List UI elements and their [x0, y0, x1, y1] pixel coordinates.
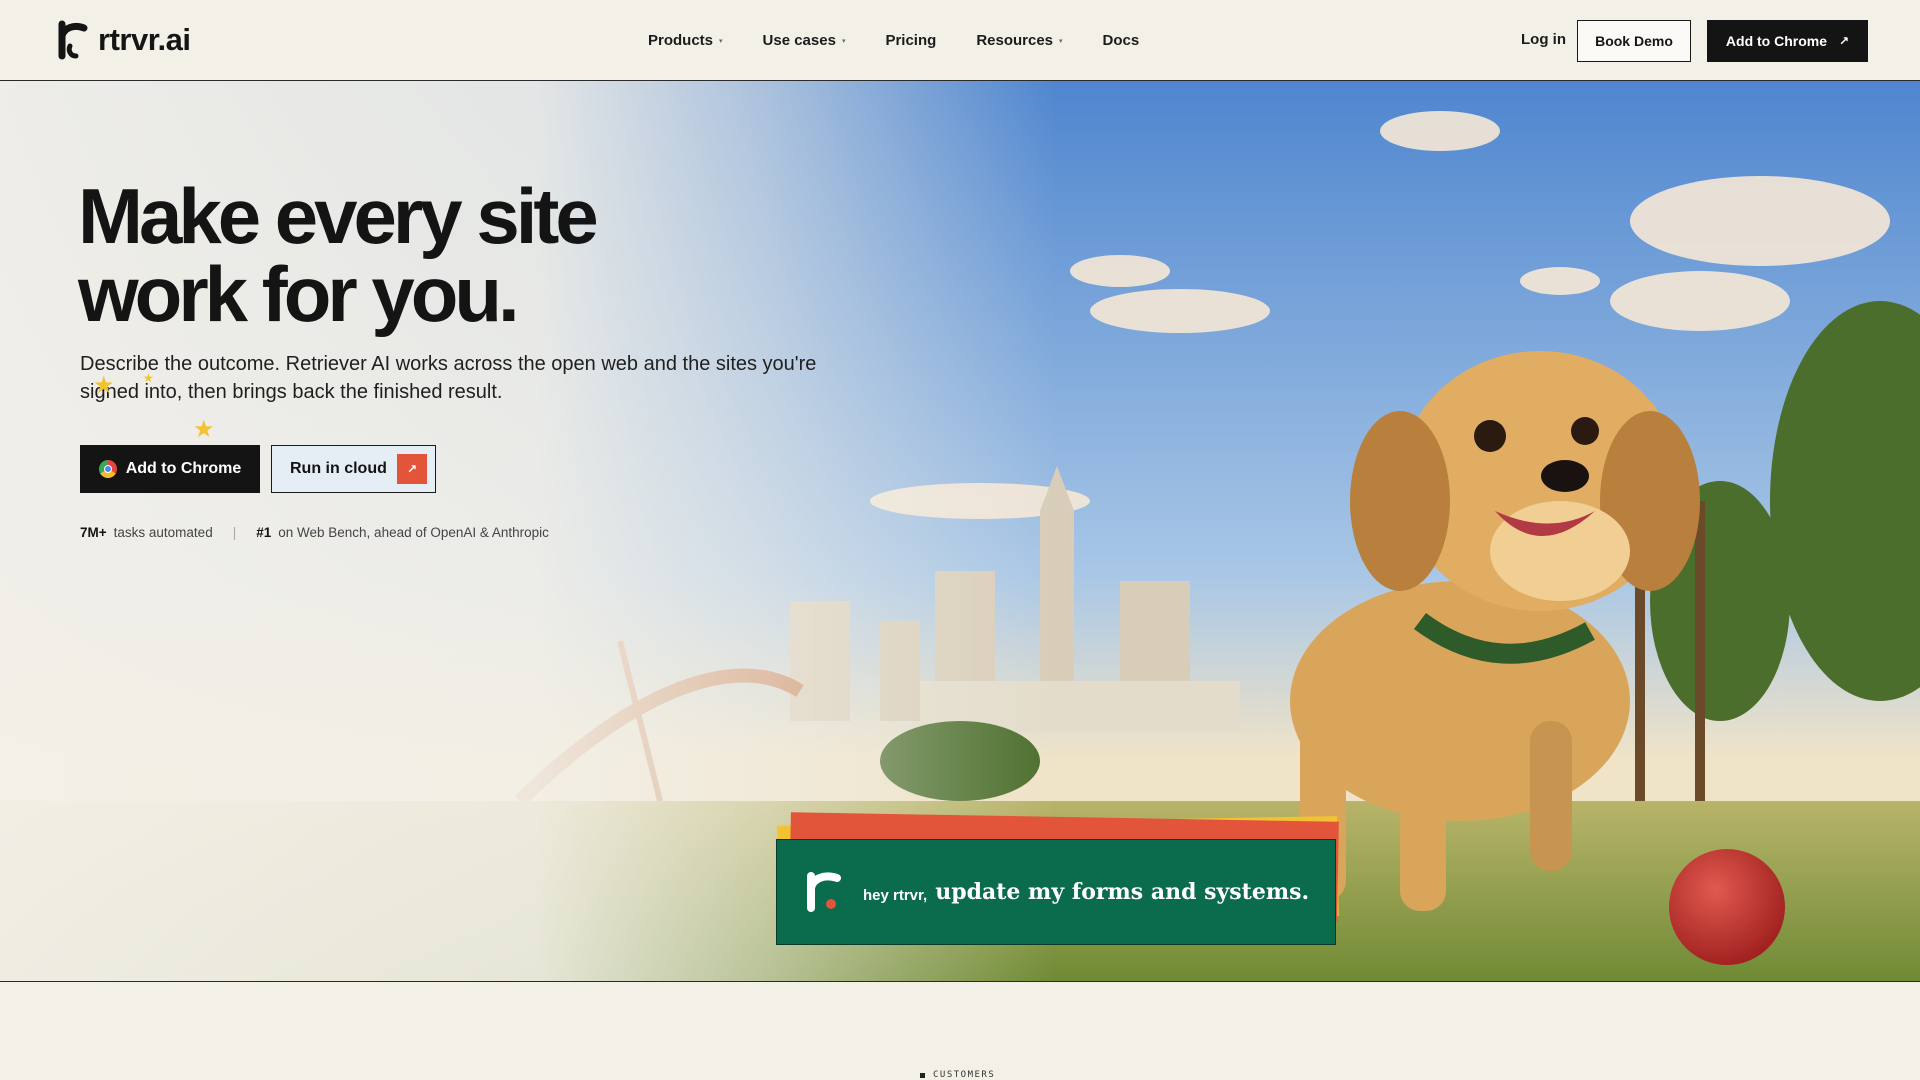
arrow-up-right-icon: ↗	[1839, 34, 1850, 48]
stat-value: 7M+	[80, 525, 107, 540]
hero-section: Make every site work for you. Describe t…	[0, 81, 1920, 982]
stat-text: on Web Bench, ahead of OpenAI & Anthropi…	[278, 525, 549, 540]
headline-line-1: Make every site	[78, 172, 599, 260]
customers-label-text: CUSTOMERS	[933, 1070, 996, 1080]
caret-down-icon: ▾	[719, 37, 723, 45]
rtrvr-logo-icon	[807, 872, 841, 912]
button-label: Run in cloud	[290, 460, 387, 477]
stat-text: tasks automated	[113, 525, 213, 540]
hero-stats: 7M+ tasks automated | #1 on Web Bench, a…	[80, 525, 549, 540]
brand-name: rtrvr.ai	[98, 22, 191, 57]
rtrvr-logo-icon	[58, 20, 88, 60]
chat-prompt-card: hey rtrvr, update my forms and systems.	[776, 839, 1336, 945]
square-bullet-icon	[920, 1072, 925, 1078]
chat-prefix: hey rtrvr,	[863, 886, 928, 904]
menu-pricing[interactable]: Pricing	[885, 32, 936, 49]
menu-label: Docs	[1102, 32, 1140, 49]
top-navigation: rtrvr.ai Products ▾ Use cases ▾ Pricing Re…	[0, 0, 1920, 81]
stat-divider: |	[232, 525, 237, 540]
caret-down-icon: ▾	[1059, 37, 1063, 45]
main-menu: Products ▾ Use cases ▾ Pricing Resources ▾ …	[648, 0, 1179, 81]
star-icon: ★	[193, 416, 215, 443]
caret-down-icon: ▾	[841, 37, 846, 45]
menu-resources[interactable]: Resources ▾	[976, 32, 1062, 49]
menu-label: Resources	[976, 32, 1054, 49]
login-link[interactable]: Log in	[1521, 31, 1566, 48]
add-to-chrome-nav-button[interactable]: Add to Chrome ↗	[1707, 20, 1868, 62]
arrow-up-right-icon: ↗	[397, 454, 427, 484]
star-icon: ★	[143, 371, 154, 385]
chrome-icon	[98, 460, 117, 478]
brand-logo[interactable]: rtrvr.ai	[56, 20, 191, 60]
customers-section-label: CUSTOMERS	[920, 1070, 995, 1080]
book-demo-button[interactable]: Book Demo	[1577, 20, 1691, 62]
stat-value: #1	[256, 525, 272, 540]
button-label: Add to Chrome	[1725, 33, 1828, 49]
hero-headline: Make every site work for you.	[78, 172, 599, 338]
star-icon: ★	[93, 372, 115, 399]
hero-subtitle: Describe the outcome. Retriever AI works…	[80, 353, 817, 403]
menu-use-cases[interactable]: Use cases ▾	[763, 32, 846, 49]
chat-message: update my forms and systems.	[935, 879, 1310, 905]
menu-products[interactable]: Products ▾	[648, 32, 723, 49]
menu-label: Products	[648, 32, 714, 49]
button-label: Add to Chrome	[125, 460, 242, 477]
run-in-cloud-button[interactable]: Run in cloud ↗	[271, 445, 436, 493]
headline-line-2: work for you.	[78, 250, 520, 338]
add-to-chrome-button[interactable]: Add to Chrome	[80, 445, 260, 493]
menu-label: Use cases	[762, 32, 836, 49]
menu-docs[interactable]: Docs	[1103, 32, 1140, 49]
menu-label: Pricing	[885, 32, 937, 49]
